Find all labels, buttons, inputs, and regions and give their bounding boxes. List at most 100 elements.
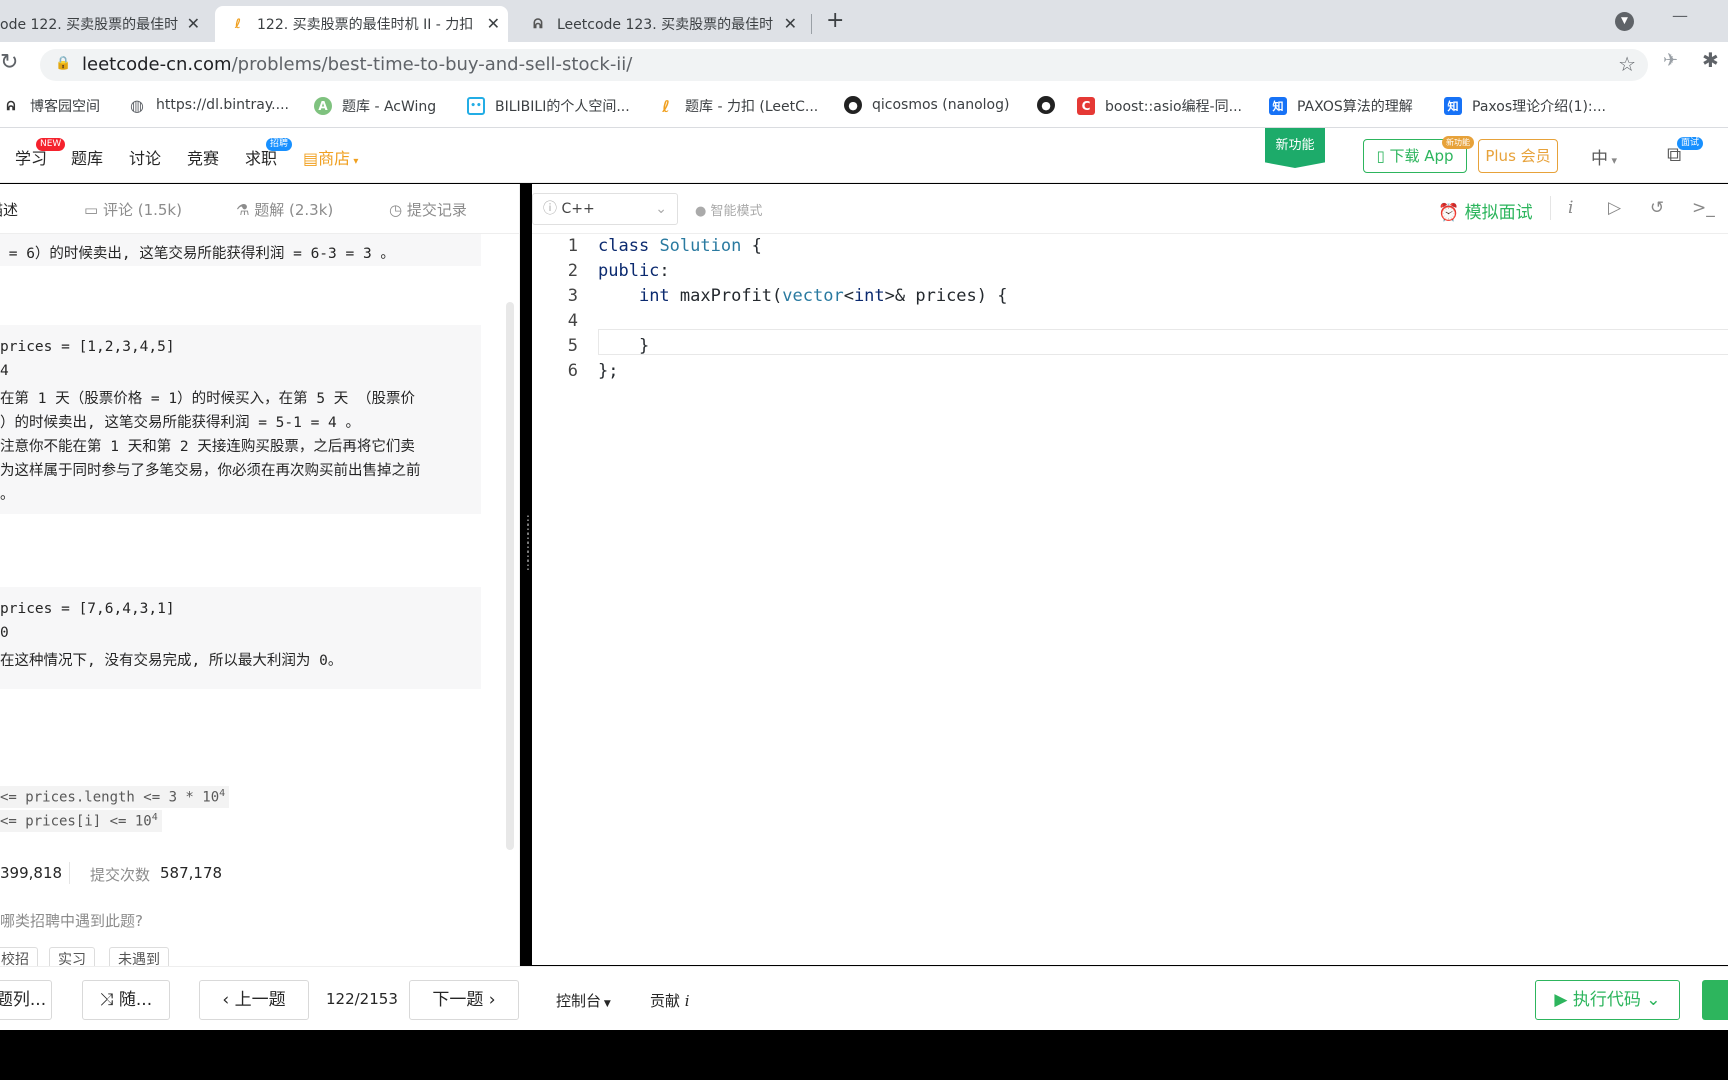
address-bar[interactable]: 🔒 leetcode-cn.com/problems/best-time-to-…	[40, 49, 1648, 81]
bookmark-star-icon[interactable]: ☆	[1618, 52, 1636, 76]
bookmark-item[interactable]: ᕱ 博客园空间	[2, 96, 100, 116]
bottom-bar: 题列... ⤨ 随... ‹ 上一题 122/2153 下一题 › 控制台 ▼ …	[0, 966, 1728, 1030]
browser-tab-1[interactable]: ode 122. 买卖股票的最佳时 ✕	[0, 6, 208, 42]
run-code-button[interactable]: ▶ 执行代码 ⌄	[1535, 980, 1680, 1020]
url-text[interactable]: leetcode-cn.com/problems/best-time-to-bu…	[82, 54, 632, 75]
flask-icon: ⚗	[236, 201, 255, 219]
mock-interview-button[interactable]: ⏰ 模拟面试	[1438, 198, 1533, 223]
nav-discuss[interactable]: 讨论	[129, 145, 161, 169]
chevron-down-icon: ⌄	[655, 201, 667, 217]
language-switch[interactable]: 中 ▾	[1591, 144, 1617, 169]
browser-tab-2[interactable]: ℓ 122. 买卖股票的最佳时机 II - 力扣 ✕	[215, 6, 508, 42]
reload-icon[interactable]: ↻	[0, 50, 18, 75]
terminal-icon[interactable]: >_	[1692, 198, 1715, 218]
shuffle-icon: ⤨	[99, 990, 119, 1010]
close-icon[interactable]: ✕	[487, 14, 500, 33]
interview-badge: 面试	[1677, 137, 1704, 150]
code-line-3[interactable]: int maxProfit(vector<int>& prices) {	[598, 286, 1008, 306]
language-select-label: C++	[561, 201, 595, 217]
plus-membership-button[interactable]: Plus 会员	[1478, 139, 1558, 173]
extensions-puzzle-icon[interactable]: ✱	[1702, 48, 1719, 72]
close-icon[interactable]: ✕	[784, 14, 797, 33]
smart-mode-label: 智能模式	[710, 204, 763, 219]
keyword-public: public	[598, 261, 660, 281]
prev-label: 上一题	[234, 990, 286, 1010]
bookmark-item[interactable]: ● qicosmos (nanolog)	[844, 96, 1009, 114]
toolbar-divider	[1550, 196, 1551, 220]
example-2-explanation: 在第 1 天（股票价格 = 1）的时候买入，在第 5 天 （股票价	[0, 391, 416, 407]
bookmark-label: PAXOS算法的理解	[1297, 99, 1413, 115]
tab-solutions[interactable]: ⚗ 题解 (2.3k)	[236, 199, 333, 220]
bookmark-label: boost::asio编程-同...	[1105, 99, 1242, 115]
submit-count: 587,178	[160, 864, 223, 882]
code-editor[interactable]: 1 2 3 4 5 6 class Solution { public: int…	[532, 234, 1728, 965]
code-line-4[interactable]	[598, 311, 608, 331]
example-1-explanation: = 6）的时候卖出, 这笔交易所能获得利润 = 6-3 = 3 。	[0, 246, 395, 262]
bookmark-item[interactable]: 知 PAXOS算法的理解	[1269, 96, 1413, 116]
reset-icon[interactable]: ↺	[1650, 198, 1664, 218]
console-toggle[interactable]: 控制台 ▼	[556, 990, 611, 1011]
bookmark-item[interactable]: A 题库 - AcWing	[314, 96, 436, 116]
mock-interview-label: 模拟面试	[1464, 203, 1533, 223]
screen-bottom-border	[0, 1030, 1728, 1080]
clock-icon: ◷	[389, 201, 407, 219]
tab-description[interactable]: 描述	[0, 199, 18, 220]
minimize-icon[interactable]: —	[1672, 6, 1688, 25]
console-label: 控制台	[556, 992, 602, 1010]
code-line-1[interactable]: class Solution {	[598, 236, 762, 256]
keyword-int: int	[853, 286, 885, 306]
close-icon[interactable]: ✕	[187, 14, 200, 33]
constraint-1-text: <= prices.length <= 3 * 10	[0, 789, 220, 806]
url-host: leetcode-cn.com	[82, 54, 232, 75]
constraint-1: <= prices.length <= 3 * 104	[0, 786, 230, 808]
smart-mode-toggle[interactable]: ● 智能模式	[695, 200, 763, 219]
tab-search-icon[interactable]: ▼	[1615, 12, 1634, 31]
nav-store[interactable]: ▤商店 ▾	[303, 145, 358, 169]
example-2-explanation: 为这样属于同时参与了多笔交易，你必须在再次购买前出售掉之前	[0, 463, 421, 479]
play-icon[interactable]: ▷	[1608, 198, 1621, 218]
tab-comments[interactable]: ▭ 评论 (1.5k)	[84, 199, 182, 220]
tab-submissions[interactable]: ◷ 提交记录	[389, 199, 467, 220]
code-line-2[interactable]: public:	[598, 261, 670, 281]
browser-tab-3[interactable]: ᕱ Leetcode 123. 买卖股票的最佳时 ✕	[515, 6, 805, 42]
nav-contest[interactable]: 竞赛	[187, 145, 219, 169]
language-select[interactable]: ⓘ C++ ⌄	[532, 193, 678, 225]
bookmark-item[interactable]: ●	[1037, 96, 1065, 114]
random-label: 随...	[118, 990, 153, 1010]
chip-intern[interactable]: 实习	[49, 947, 95, 968]
code-line-6[interactable]: };	[598, 361, 618, 381]
prev-problem-button[interactable]: ‹ 上一题	[199, 980, 309, 1020]
new-feature-ribbon[interactable]: 新功能	[1265, 128, 1325, 168]
bookmark-item[interactable]: C boost::asio编程-同...	[1077, 96, 1242, 116]
bookmarks-bar: ᕱ 博客园空间 ◍ https://dl.bintray.... A 题库 - …	[0, 86, 1728, 128]
example-2-block: prices = [1,2,3,4,5] 4 在第 1 天（股票价格 = 1）的…	[0, 325, 481, 514]
bookmark-item[interactable]: 知 Paxos理论介绍(1):...	[1444, 96, 1606, 116]
class-name: Solution	[659, 236, 742, 256]
chip-not-met[interactable]: 未遇到	[109, 947, 169, 968]
next-problem-button[interactable]: 下一题 ›	[409, 980, 519, 1020]
left-scrollbar[interactable]	[506, 302, 514, 850]
tab-separator	[811, 14, 812, 34]
tab-title: Leetcode 123. 买卖股票的最佳时	[557, 17, 774, 33]
info-icon[interactable]: i	[1568, 198, 1573, 218]
contribute-button[interactable]: 贡献 i	[650, 990, 690, 1011]
extension-icon[interactable]: ✈	[1663, 50, 1678, 71]
bookmark-item[interactable]: ℓ 题库 - 力扣 (LeetC...	[657, 96, 818, 116]
submit-button[interactable]	[1702, 980, 1728, 1020]
bookmark-label: BILIBILI的个人空间...	[495, 99, 630, 115]
lock-icon[interactable]: 🔒	[55, 56, 71, 71]
bookmark-item[interactable]: ◍ https://dl.bintray....	[128, 96, 289, 115]
bookmark-item[interactable]: •• BILIBILI的个人空间...	[467, 96, 630, 116]
example-2-explanation: ）的时候卖出, 这笔交易所能获得利润 = 5-1 = 4 。	[0, 415, 360, 431]
chip-campus[interactable]: 校招	[0, 947, 38, 968]
new-tab-icon[interactable]: +	[826, 8, 844, 33]
random-button[interactable]: ⤨ 随...	[82, 980, 170, 1020]
submit-count-label: 提交次数	[90, 866, 151, 884]
chevron-right-icon: ›	[483, 990, 496, 1010]
example-2-output: 4	[0, 363, 9, 379]
problem-list-button[interactable]: 题列...	[0, 980, 52, 1020]
nav-store-label: 商店	[318, 149, 351, 168]
code-line-5[interactable]: }	[598, 336, 649, 356]
line-number: 2	[567, 261, 578, 281]
nav-problems[interactable]: 题库	[71, 145, 103, 169]
